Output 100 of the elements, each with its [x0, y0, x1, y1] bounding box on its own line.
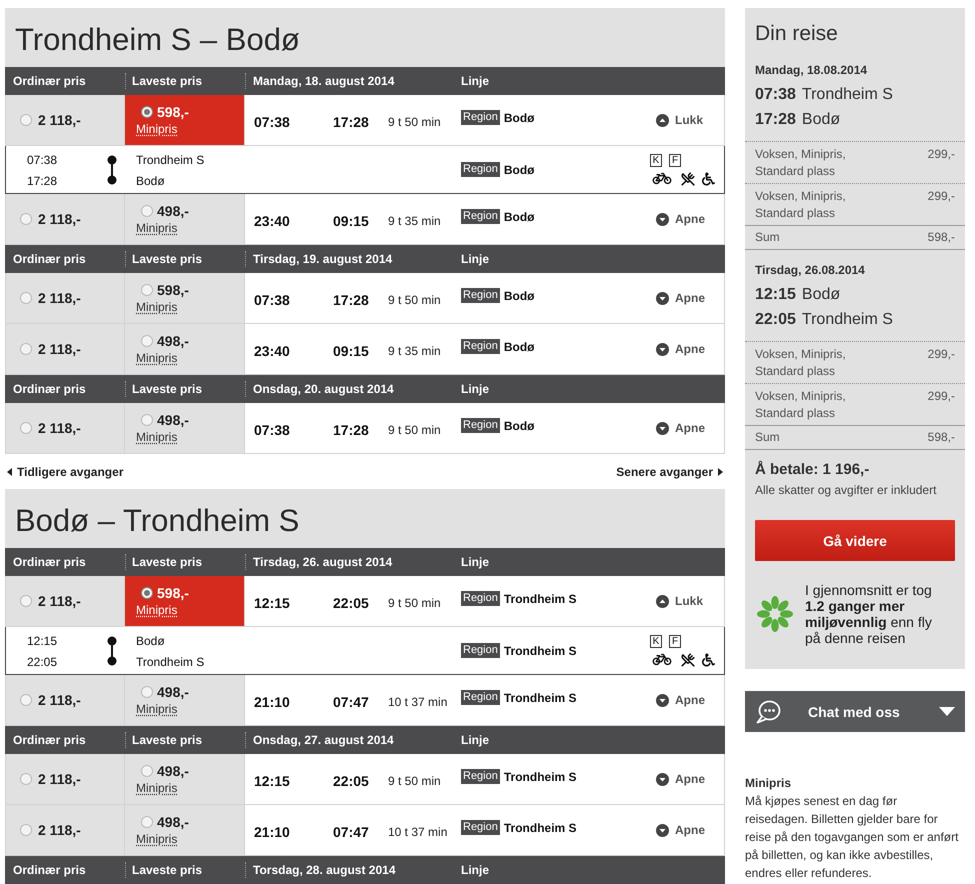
price-text: 498,- [157, 332, 189, 350]
radio-button[interactable] [141, 106, 153, 118]
arrival-time: 17:28 [333, 290, 370, 308]
fare-type-link[interactable]: Minipris [136, 351, 178, 366]
price-text: 2 118,- [38, 821, 81, 839]
radio-button[interactable] [20, 422, 32, 434]
duration-text: 10 t 37 min [388, 694, 448, 708]
toggle-button[interactable]: Lukk [656, 113, 704, 127]
toggle-button[interactable]: Apne [656, 291, 705, 305]
ticket-price: 299,- [928, 346, 955, 363]
radio-button[interactable] [20, 114, 32, 126]
fare-type-link[interactable]: Minipris [136, 430, 178, 445]
column-header: Laveste pris [132, 74, 202, 88]
caret-right-icon [718, 468, 723, 476]
stop-station: Trondheim S [802, 85, 893, 105]
arrival-time: 17:28 [333, 112, 370, 130]
line-badge: Region [461, 209, 500, 224]
column-header: Ordinær pris [13, 863, 86, 877]
price-text: 498,- [157, 813, 189, 831]
date-header: Torsdag, 28. august 2014 [253, 863, 396, 877]
column-header: Ordinær pris [13, 733, 86, 747]
column-header: Linje [461, 863, 490, 877]
ticket-description: Voksen, Minipris, Standard plass [755, 146, 847, 180]
line-name: Bodø [504, 340, 535, 354]
radio-button[interactable] [20, 824, 32, 836]
radio-button[interactable] [141, 284, 153, 296]
toggle-button[interactable]: Apne [656, 421, 705, 435]
radio-button[interactable] [141, 414, 153, 426]
caret-up-circle-icon [656, 114, 669, 126]
date-header: Mandag, 18. august 2014 [253, 74, 394, 88]
toggle-button[interactable]: Apne [656, 212, 705, 226]
price-text: 2 118,- [38, 289, 81, 307]
caret-down-circle-icon [656, 342, 669, 356]
fare-type-link[interactable]: Minipris [136, 122, 178, 137]
line-badge: Region [461, 820, 500, 835]
journey-title: Bodø – Trondheim S [15, 502, 300, 538]
line-badge: Region [461, 162, 500, 177]
toggle-button[interactable]: Lukk [656, 594, 704, 608]
radio-button[interactable] [141, 335, 153, 347]
stop-time: 07:38 [755, 85, 796, 105]
column-header: Linje [461, 382, 490, 396]
caret-left-icon [7, 468, 12, 476]
fare-type-link[interactable]: Minipris [136, 832, 178, 847]
duration-text: 9 t 50 min [388, 772, 442, 788]
caret-down-circle-icon [656, 292, 669, 304]
toggle-button[interactable]: Apne [656, 772, 705, 786]
radio-button[interactable] [20, 595, 32, 607]
departure-time: 21:10 [254, 822, 291, 840]
wheelchair-icon [702, 172, 715, 186]
fare-type-link[interactable]: Minipris [136, 300, 178, 315]
station-name: Trondheim S [136, 654, 206, 671]
caret-up-circle-icon [656, 594, 669, 608]
summary-title: Din reise [755, 21, 839, 47]
radio-button[interactable] [20, 213, 32, 225]
previous-link[interactable]: Tidligere avganger [7, 464, 124, 478]
column-header: Linje [461, 733, 490, 747]
radio-button[interactable] [141, 205, 153, 217]
next-link[interactable]: Senere avganger [616, 464, 723, 478]
radio-button[interactable] [141, 816, 153, 828]
radio-button[interactable] [141, 765, 153, 777]
ticket-description: Voksen, Minipris, Standard plass [755, 388, 847, 422]
caret-down-circle-icon [656, 212, 669, 226]
fare-type-link[interactable]: Minipris [136, 221, 178, 236]
toggle-button[interactable]: Apne [656, 823, 705, 837]
departure-time: 07:38 [27, 152, 58, 169]
radio-button[interactable] [20, 694, 32, 706]
price-text: 498,- [157, 683, 189, 701]
fare-type-link[interactable]: Minipris [136, 702, 178, 717]
column-header: Linje [461, 74, 490, 88]
column-header: Ordinær pris [13, 252, 86, 266]
departure-time: 07:38 [254, 290, 291, 308]
route-line-icon [107, 155, 117, 185]
arrival-time: 17:28 [27, 173, 58, 190]
radio-button[interactable] [141, 587, 153, 599]
date-header: Onsdag, 27. august 2014 [253, 733, 394, 747]
radio-button[interactable] [20, 343, 32, 355]
line-badge: Region [461, 591, 500, 606]
arrival-time: 22:05 [333, 772, 370, 788]
caret-down-circle-icon [656, 772, 669, 786]
trip-date: Mandag, 18.08.2014 [755, 62, 868, 78]
radio-button[interactable] [141, 686, 153, 698]
line-badge: Region [461, 418, 500, 433]
line-name: Trondheim S [504, 820, 577, 834]
price-text: 2 118,- [38, 111, 81, 129]
facility-badge: F [669, 635, 681, 648]
chat-button[interactable]: Chat med oss [745, 691, 965, 732]
column-header: Laveste pris [132, 733, 202, 747]
stop-time: 12:15 [755, 285, 796, 305]
continue-button[interactable]: Gå videre [755, 520, 955, 561]
price-text: 2 118,- [38, 691, 81, 709]
fare-type-link[interactable]: Minipris [136, 781, 178, 796]
date-header: Tirsdag, 26. august 2014 [253, 555, 392, 569]
radio-button[interactable] [20, 773, 32, 785]
toggle-button[interactable]: Apne [656, 693, 705, 707]
line-name: Bodø [504, 162, 535, 176]
toggle-button[interactable]: Apne [656, 342, 705, 356]
radio-button[interactable] [20, 292, 32, 304]
stop-station: Bodø [802, 285, 840, 305]
price-text: 2 118,- [38, 419, 81, 437]
fare-type-link[interactable]: Minipris [136, 603, 178, 618]
